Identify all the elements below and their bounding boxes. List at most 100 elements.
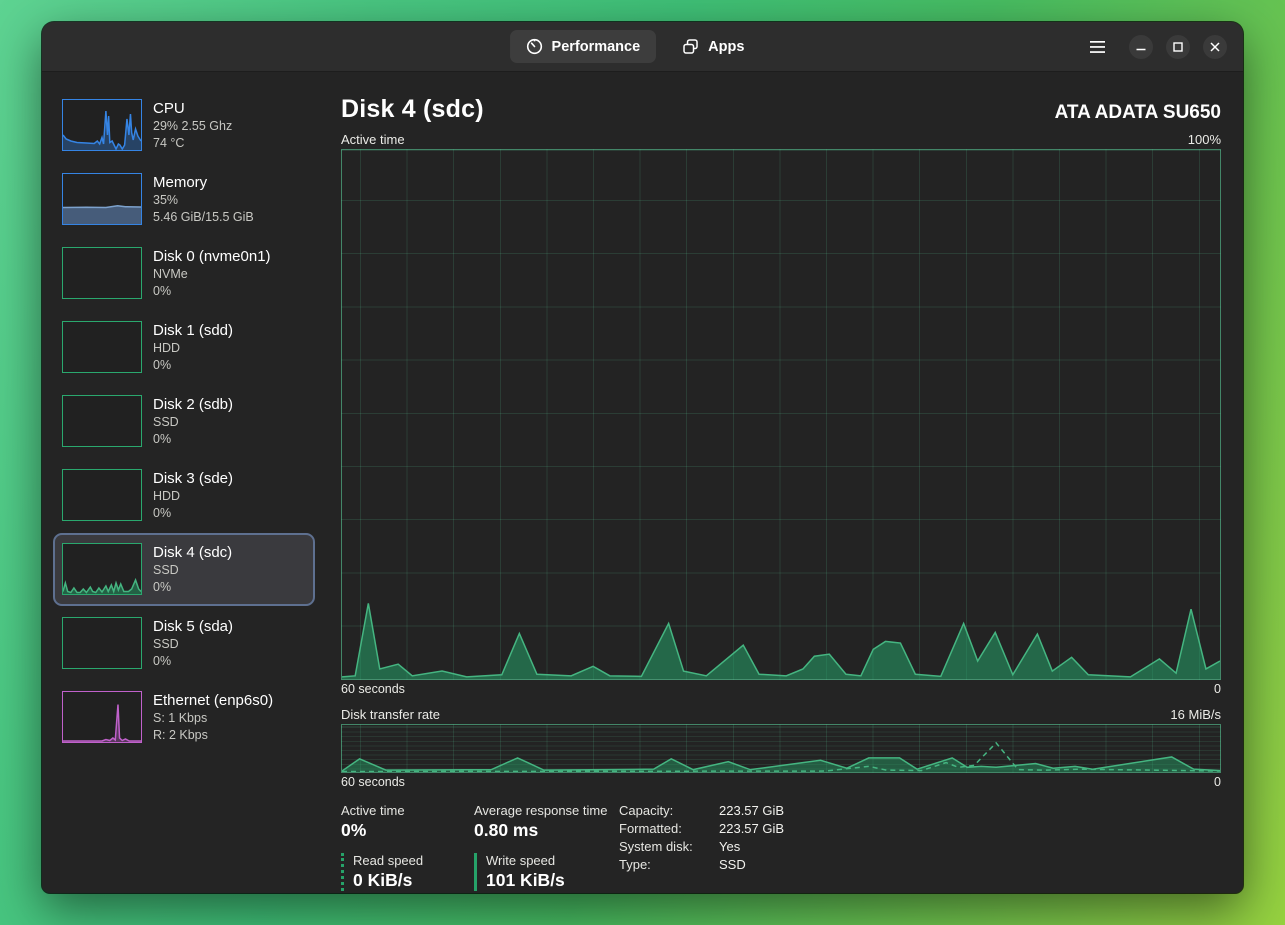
tab-performance[interactable]: Performance — [510, 30, 657, 63]
sidebar-item-text: Disk 4 (sdc) SSD 0% — [153, 543, 232, 596]
sidebar-mini-chart — [62, 99, 142, 151]
active-time-chart-label: Active time — [341, 132, 405, 147]
sidebar-item-line2: SSD — [153, 562, 232, 579]
sidebar-item-line3: 0% — [153, 431, 233, 448]
stats-column-1: Active time 0% Read speed 0 KiB/s — [341, 803, 474, 891]
close-icon — [1210, 42, 1220, 52]
sidebar-item-text: Disk 1 (sdd) HDD 0% — [153, 321, 233, 374]
mission-center-window: Performance Apps — [42, 22, 1243, 893]
sidebar-mini-chart — [62, 321, 142, 373]
sidebar-mini-chart — [62, 617, 142, 669]
disk-model-label: ATA ADATA SU650 — [1055, 102, 1221, 124]
maximize-button[interactable] — [1166, 35, 1190, 59]
window-controls — [1084, 22, 1227, 71]
sidebar-item-text: Disk 5 (sda) SSD 0% — [153, 617, 233, 670]
transfer-x-left-label: 60 seconds — [341, 775, 405, 789]
close-button[interactable] — [1203, 35, 1227, 59]
avg-response-label: Average response time — [474, 803, 619, 818]
read-speed-block: Read speed 0 KiB/s — [341, 853, 474, 891]
sidebar-item-cpu[interactable]: CPU 29% 2.55 Ghz 74 °C — [53, 89, 315, 162]
transfer-rate-chart-label: Disk transfer rate — [341, 707, 440, 722]
sidebar-item-line2: SSD — [153, 636, 233, 653]
sidebar-list: CPU 29% 2.55 Ghz 74 °C Memory 35% 5.46 G… — [42, 72, 341, 893]
sidebar-mini-chart — [62, 173, 142, 225]
sidebar-item-disk4[interactable]: Disk 4 (sdc) SSD 0% — [53, 533, 315, 606]
write-speed-block: Write speed 101 KiB/s — [474, 853, 619, 891]
sidebar-mini-chart — [62, 691, 142, 743]
read-speed-value: 0 KiB/s — [353, 870, 474, 891]
detail-label: System disk: — [619, 839, 705, 854]
sidebar-mini-chart — [62, 395, 142, 447]
detail-value: 223.57 GiB — [719, 821, 784, 836]
sidebar-item-line3: 0% — [153, 653, 233, 670]
transfer-chart-labels: Disk transfer rate 16 MiB/s — [341, 707, 1221, 722]
tab-performance-label: Performance — [552, 39, 641, 55]
sidebar-item-line3: 74 °C — [153, 135, 232, 152]
sidebar-item-line2: SSD — [153, 414, 233, 431]
desktop-wallpaper: Performance Apps — [0, 0, 1285, 925]
avg-response-value: 0.80 ms — [474, 820, 619, 841]
sidebar-item-line2: HDD — [153, 340, 233, 357]
disk-header: Disk 4 (sdc) ATA ADATA SU650 — [341, 95, 1221, 124]
sidebar-item-text: Disk 3 (sde) HDD 0% — [153, 469, 233, 522]
detail-value: SSD — [719, 857, 784, 872]
sidebar-item-disk3[interactable]: Disk 3 (sde) HDD 0% — [53, 459, 315, 532]
detail-value: Yes — [719, 839, 784, 854]
active-chart-x-axis: 60 seconds 0 — [341, 682, 1221, 696]
detail-value: 223.57 GiB — [719, 803, 784, 818]
sidebar-mini-chart — [62, 247, 142, 299]
sidebar-mini-chart — [62, 543, 142, 595]
sidebar-mini-chart — [62, 469, 142, 521]
sidebar-item-text: Memory 35% 5.46 GiB/15.5 GiB — [153, 173, 254, 226]
sidebar-item-line2: S: 1 Kbps — [153, 710, 273, 727]
content-area: CPU 29% 2.55 Ghz 74 °C Memory 35% 5.46 G… — [42, 72, 1243, 893]
sidebar-item-disk0[interactable]: Disk 0 (nvme0n1) NVMe 0% — [53, 237, 315, 310]
sidebar-item-title: Disk 5 (sda) — [153, 617, 233, 636]
main-menu-button[interactable] — [1084, 34, 1110, 60]
active-x-left-label: 60 seconds — [341, 682, 405, 696]
detail-label: Formatted: — [619, 821, 705, 836]
page-title: Disk 4 (sdc) — [341, 95, 484, 124]
sidebar-item-title: Disk 2 (sdb) — [153, 395, 233, 414]
sidebar-item-line2: 35% — [153, 192, 254, 209]
apps-icon — [682, 38, 699, 55]
minimize-button[interactable] — [1129, 35, 1153, 59]
sidebar-item-line3: 0% — [153, 357, 233, 374]
sidebar-item-title: Disk 3 (sde) — [153, 469, 233, 488]
titlebar: Performance Apps — [42, 22, 1243, 72]
sidebar-item-disk2[interactable]: Disk 2 (sdb) SSD 0% — [53, 385, 315, 458]
sidebar-item-title: CPU — [153, 99, 232, 118]
disk-detail-panel: Disk 4 (sdc) ATA ADATA SU650 Active time… — [341, 72, 1243, 893]
sidebar-item-text: CPU 29% 2.55 Ghz 74 °C — [153, 99, 232, 152]
view-switcher: Performance Apps — [510, 22, 761, 71]
sidebar-item-title: Ethernet (enp6s0) — [153, 691, 273, 710]
sidebar-item-line2: NVMe — [153, 266, 271, 283]
transfer-x-right-label: 0 — [1214, 775, 1221, 789]
write-speed-value: 101 KiB/s — [486, 870, 619, 891]
sidebar-item-memory[interactable]: Memory 35% 5.46 GiB/15.5 GiB — [53, 163, 315, 236]
active-time-max-label: 100% — [1188, 132, 1221, 147]
sidebar-item-title: Disk 1 (sdd) — [153, 321, 233, 340]
tab-apps[interactable]: Apps — [666, 30, 760, 63]
sidebar-item-line3: 0% — [153, 505, 233, 522]
sidebar-item-title: Disk 0 (nvme0n1) — [153, 247, 271, 266]
maximize-icon — [1173, 42, 1183, 52]
sidebar-item-text: Disk 0 (nvme0n1) NVMe 0% — [153, 247, 271, 300]
sidebar-item-title: Memory — [153, 173, 254, 192]
active-time-chart — [341, 149, 1221, 680]
gauge-icon — [526, 38, 543, 55]
active-chart-labels: Active time 100% — [341, 132, 1221, 147]
disk-details-table: Capacity: 223.57 GiB Formatted: 223.57 G… — [619, 803, 784, 891]
sidebar-item-disk1[interactable]: Disk 1 (sdd) HDD 0% — [53, 311, 315, 384]
read-speed-label: Read speed — [353, 853, 474, 868]
sidebar-item-disk5[interactable]: Disk 5 (sda) SSD 0% — [53, 607, 315, 680]
detail-label: Type: — [619, 857, 705, 872]
sidebar-item-ethernet[interactable]: Ethernet (enp6s0) S: 1 Kbps R: 2 Kbps — [53, 681, 315, 754]
write-speed-label: Write speed — [486, 853, 619, 868]
sidebar-item-line3: 5.46 GiB/15.5 GiB — [153, 209, 254, 226]
sidebar-item-line2: 29% 2.55 Ghz — [153, 118, 232, 135]
active-time-stat-label: Active time — [341, 803, 474, 818]
transfer-chart-x-axis: 60 seconds 0 — [341, 775, 1221, 789]
active-x-right-label: 0 — [1214, 682, 1221, 696]
sidebar-item-line2: HDD — [153, 488, 233, 505]
